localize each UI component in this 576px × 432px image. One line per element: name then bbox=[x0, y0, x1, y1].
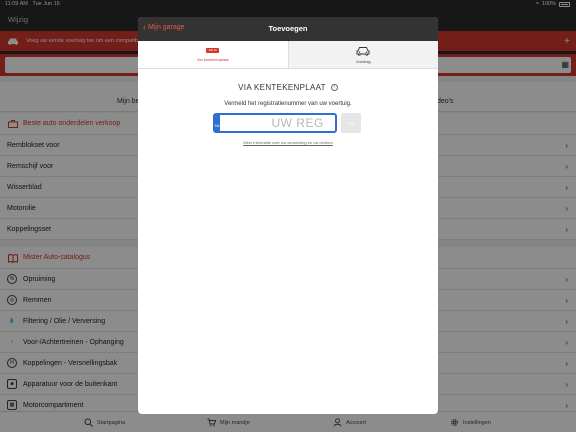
plate-heading: VIA KENTEKENPLAAT i bbox=[138, 83, 438, 92]
add-vehicle-modal: ‹ Mijn garage Toevoegen AB 12 Via kentek… bbox=[138, 17, 438, 414]
license-plate-icon: AB 12 bbox=[206, 47, 220, 53]
tab-vehicle[interactable]: Voertuig bbox=[289, 41, 439, 68]
info-icon[interactable]: i bbox=[330, 84, 338, 91]
car-icon bbox=[356, 46, 370, 56]
modal-header: ‹ Mijn garage Toevoegen bbox=[138, 17, 438, 41]
modal-title: Toevoegen bbox=[268, 24, 308, 33]
plate-input-row: NL GO bbox=[138, 113, 438, 137]
tab-label: Via kentekenplaat bbox=[196, 56, 229, 62]
go-button[interactable]: GO bbox=[341, 113, 361, 133]
more-info-link[interactable]: Meer informatie over uw verwerking en uw… bbox=[138, 140, 438, 145]
heading-text: VIA KENTEKENPLAAT bbox=[238, 83, 326, 92]
plate-description: Vermeld het registratienummer van uw voe… bbox=[224, 101, 352, 107]
license-plate-field: NL bbox=[213, 113, 376, 133]
tab-license-plate[interactable]: AB 12 Via kentekenplaat bbox=[138, 41, 289, 68]
modal-tabs: AB 12 Via kentekenplaat Voertuig bbox=[138, 41, 438, 69]
tab-label: Voertuig bbox=[355, 58, 371, 64]
